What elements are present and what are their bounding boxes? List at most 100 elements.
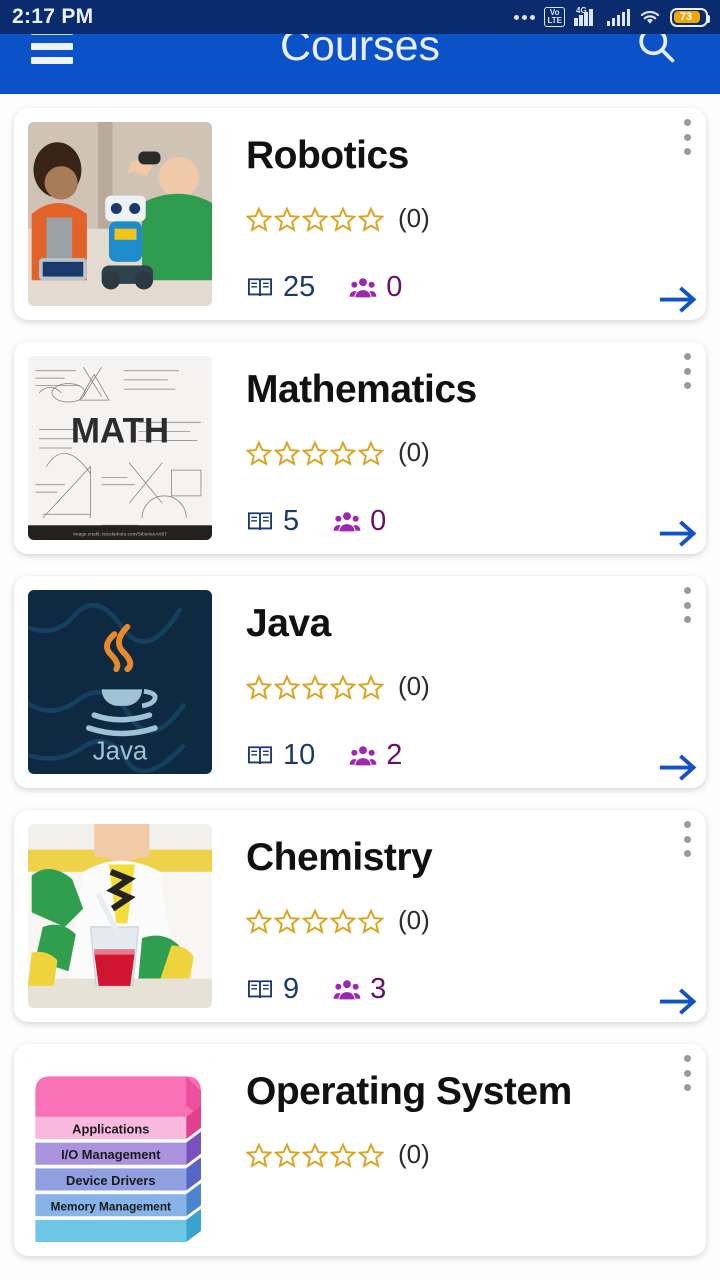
os-layer-label: Memory Management [51, 1201, 171, 1214]
star-rating[interactable] [245, 439, 385, 466]
rating-row[interactable]: (0) [245, 905, 692, 936]
more-dots-icon [514, 14, 536, 20]
star-icon [273, 439, 301, 466]
course-thumbnail: Applications I/O Management Device Drive… [28, 1058, 212, 1242]
course-card-java[interactable]: Java Java (0) 10 2 [14, 576, 706, 788]
course-info: Java (0) 10 2 [212, 590, 692, 774]
star-rating[interactable] [245, 673, 385, 700]
star-icon [357, 907, 385, 934]
course-info: Robotics (0) 25 0 [212, 122, 692, 306]
arrow-right-icon[interactable] [656, 752, 700, 784]
course-title: Operating System [246, 1070, 572, 1113]
students-count: 0 [333, 505, 386, 538]
book-icon [246, 508, 274, 536]
star-rating[interactable] [245, 1141, 385, 1168]
lessons-value: 10 [283, 739, 316, 771]
course-card-chemistry[interactable]: Chemistry (0) 9 3 [14, 810, 706, 1022]
star-icon [329, 907, 357, 934]
rating-count: (0) [398, 1139, 430, 1169]
kebab-menu-icon[interactable] [674, 584, 700, 626]
arrow-right-icon[interactable] [656, 284, 700, 316]
arrow-right-icon[interactable] [656, 518, 700, 550]
kebab-menu-icon[interactable] [674, 818, 700, 860]
app-screen: 2:17 PM Vo LTE 4G 73 Courses Robotics (0… [0, 0, 720, 1280]
lessons-value: 25 [283, 271, 316, 303]
rating-row[interactable]: (0) [245, 203, 692, 234]
network-type-label: 4G [576, 6, 587, 15]
kebab-menu-icon[interactable] [674, 1052, 700, 1094]
course-card-mathematics[interactable]: MATH Image credit: istockphoto.com/Siber… [14, 342, 706, 554]
battery-level: 73 [679, 11, 693, 23]
people-icon [333, 508, 361, 536]
students-count: 3 [333, 973, 386, 1006]
svg-text:Image credit: istockphoto.com/: Image credit: istockphoto.com/SiberianAr… [73, 532, 167, 538]
star-icon [357, 1141, 385, 1168]
course-thumbnail: Java [28, 590, 212, 774]
rating-row[interactable]: (0) [245, 437, 692, 468]
star-icon [301, 205, 329, 232]
course-title: Robotics [246, 134, 409, 177]
course-title: Java [246, 602, 331, 645]
people-icon [349, 274, 377, 302]
status-bar: 2:17 PM Vo LTE 4G 73 [0, 0, 720, 34]
lessons-count: 25 [246, 271, 315, 304]
rating-row[interactable]: (0) [245, 671, 692, 702]
star-icon [245, 205, 273, 232]
course-card-operating-system[interactable]: Applications I/O Management Device Drive… [14, 1044, 706, 1256]
course-thumbnail [28, 122, 212, 306]
course-thumbnail: MATH Image credit: istockphoto.com/Siber… [28, 356, 212, 540]
star-icon [329, 1141, 357, 1168]
students-value: 3 [370, 973, 387, 1005]
lessons-value: 5 [283, 505, 300, 537]
star-icon [329, 673, 357, 700]
star-icon [301, 1141, 329, 1168]
star-icon [273, 1141, 301, 1168]
lessons-count: 5 [246, 505, 299, 538]
people-icon [333, 976, 361, 1004]
course-thumbnail [28, 824, 212, 1008]
students-value: 2 [386, 739, 403, 771]
star-icon [245, 1141, 273, 1168]
course-list[interactable]: Robotics (0) 25 0 MATH Image credit: ist… [0, 94, 720, 1280]
os-layer-label: I/O Management [61, 1147, 161, 1162]
star-rating[interactable] [245, 907, 385, 934]
signal-4g-icon: 4G [574, 6, 598, 26]
course-meta: 9 3 [246, 973, 386, 1006]
course-meta: 10 2 [246, 739, 402, 772]
kebab-menu-icon[interactable] [674, 116, 700, 158]
students-count: 2 [349, 739, 402, 772]
course-card-robotics[interactable]: Robotics (0) 25 0 [14, 108, 706, 320]
battery-icon: 73 [670, 7, 710, 27]
course-info: Operating System (0) [212, 1058, 692, 1242]
star-icon [301, 673, 329, 700]
star-icon [273, 673, 301, 700]
star-icon [245, 439, 273, 466]
volte-icon: Vo LTE [544, 7, 565, 27]
star-icon [301, 439, 329, 466]
book-icon [246, 274, 274, 302]
course-info: Mathematics (0) 5 0 [212, 356, 692, 540]
people-icon [349, 742, 377, 770]
status-time: 2:17 PM [12, 5, 94, 28]
rating-row[interactable]: (0) [245, 1139, 692, 1170]
star-icon [301, 907, 329, 934]
kebab-menu-icon[interactable] [674, 350, 700, 392]
arrow-right-icon[interactable] [656, 986, 700, 1018]
star-icon [245, 673, 273, 700]
book-icon [246, 742, 274, 770]
signal-icon [606, 8, 630, 26]
star-icon [329, 439, 357, 466]
rating-count: (0) [398, 203, 430, 233]
lessons-count: 9 [246, 973, 299, 1006]
course-title: Mathematics [246, 368, 477, 411]
star-rating[interactable] [245, 205, 385, 232]
star-icon [329, 205, 357, 232]
status-icons: Vo LTE 4G 73 [514, 6, 710, 27]
students-value: 0 [370, 505, 387, 537]
os-layer-label: Device Drivers [66, 1173, 155, 1188]
star-icon [357, 673, 385, 700]
wifi-icon [639, 8, 661, 26]
rating-count: (0) [398, 905, 430, 935]
course-info: Chemistry (0) 9 3 [212, 824, 692, 1008]
students-count: 0 [349, 271, 402, 304]
